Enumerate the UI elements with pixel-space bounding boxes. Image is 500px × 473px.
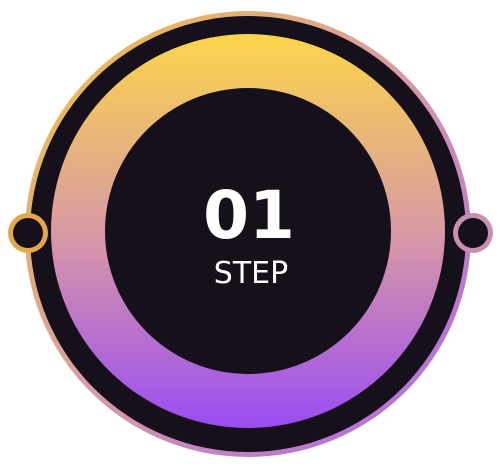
step-label: STEP [214, 256, 288, 291]
right-knob [458, 218, 488, 248]
step-badge: 01 STEP [8, 11, 493, 457]
step-number: 01 [203, 177, 295, 254]
left-knob [13, 218, 43, 248]
